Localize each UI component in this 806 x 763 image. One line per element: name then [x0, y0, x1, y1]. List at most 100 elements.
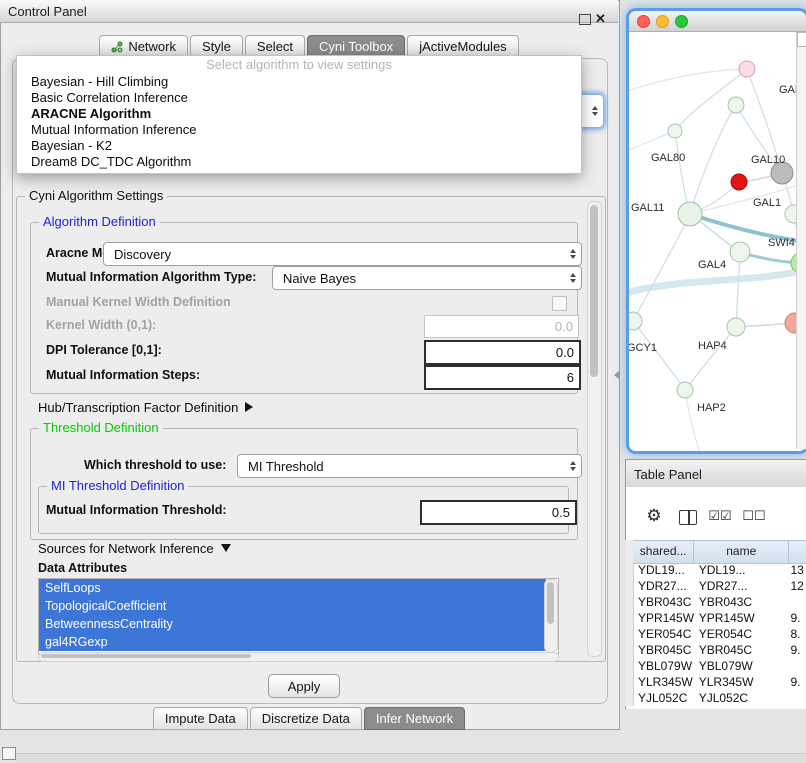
- cell: YDL19...: [694, 562, 786, 578]
- mi-steps-label: Mutual Information Steps:: [46, 365, 200, 386]
- cell: 13: [785, 562, 806, 578]
- columns-icon[interactable]: [679, 510, 697, 525]
- close-icon[interactable]: ✕: [595, 14, 606, 24]
- list-scrollbar[interactable]: [544, 579, 558, 653]
- sources-expander[interactable]: Sources for Network Inference: [38, 540, 231, 556]
- column-header-shared-name[interactable]: shared...: [633, 541, 694, 563]
- tab-impute-data[interactable]: Impute Data: [153, 707, 248, 730]
- apply-button[interactable]: Apply: [268, 674, 340, 698]
- table-row[interactable]: YDR27...YDR27...12: [633, 578, 806, 594]
- network-canvas[interactable]: GAL80 GAL10 GAL1 GAL11 SWI4 GAL4 GCY1 HA…: [629, 32, 806, 451]
- aracne-mode-combobox[interactable]: Discovery: [103, 242, 582, 266]
- network-node[interactable]: [678, 202, 702, 226]
- list-item[interactable]: TopologicalCoefficient: [39, 597, 546, 615]
- tab-infer-network[interactable]: Infer Network: [364, 707, 465, 730]
- table-row[interactable]: YLR345WYLR345W9.: [633, 674, 806, 690]
- cell: YJL052C: [633, 690, 694, 706]
- cell: YER054C: [633, 626, 694, 642]
- float-window-icon[interactable]: [579, 14, 591, 25]
- table-row[interactable]: YBL079WYBL079W: [633, 658, 806, 674]
- tab-label: Cyni Toolbox: [319, 37, 393, 56]
- minimize-traffic-light[interactable]: [656, 15, 669, 28]
- table-row[interactable]: YPR145WYPR145W9.: [633, 610, 806, 626]
- network-node[interactable]: [728, 97, 744, 113]
- tab-discretize-data[interactable]: Discretize Data: [250, 707, 362, 730]
- list-horizontal-scrollbar[interactable]: [38, 652, 559, 662]
- gear-icon[interactable]: ⚙: [644, 506, 664, 526]
- dropdown-item[interactable]: Dream8 DC_TDC Algorithm: [17, 154, 581, 170]
- list-item[interactable]: SelfLoops: [39, 579, 546, 597]
- list-item[interactable]: gal4RGexp: [39, 633, 546, 651]
- tab-label: Infer Network: [376, 709, 453, 728]
- network-node[interactable]: [668, 124, 682, 138]
- cell: [785, 658, 806, 674]
- list-item[interactable]: BetweennessCentrality: [39, 615, 546, 633]
- network-node[interactable]: [739, 61, 755, 77]
- cell: [785, 594, 806, 610]
- data-attributes-list[interactable]: SelfLoops TopologicalCoefficient Between…: [38, 578, 559, 654]
- cell: YDL19...: [633, 562, 694, 578]
- dropdown-item[interactable]: Bayesian - Hill Climbing: [17, 74, 581, 90]
- cell: YBL079W: [633, 658, 694, 674]
- combo-value: MI Threshold: [248, 459, 324, 474]
- mi-threshold-field[interactable]: 0.5: [420, 500, 577, 525]
- dropdown-item[interactable]: Bayesian - K2: [17, 138, 581, 154]
- cell: 9.: [785, 610, 806, 626]
- list-scrollbar-thumb[interactable]: [547, 582, 554, 624]
- cell: YPR145W: [633, 610, 694, 626]
- network-node[interactable]: [677, 382, 693, 398]
- kernel-width-field[interactable]: 0.0: [424, 315, 579, 338]
- splitter-collapse-arrow[interactable]: [614, 370, 620, 380]
- table-row[interactable]: YBR043CYBR043C: [633, 594, 806, 610]
- combo-value: Discovery: [114, 247, 171, 262]
- manual-kernel-width-checkbox[interactable]: [552, 296, 567, 311]
- dropdown-item[interactable]: Mutual Information Inference: [17, 122, 581, 138]
- select-all-checkboxes-icon[interactable]: ☑☑: [706, 507, 734, 525]
- which-threshold-label: Which threshold to use:: [84, 454, 226, 476]
- minimized-panel-icon[interactable]: [2, 747, 16, 760]
- settings-scrollbar[interactable]: [587, 201, 602, 657]
- network-icon: [111, 41, 123, 53]
- cell: YDR27...: [633, 578, 694, 594]
- network-view-window[interactable]: GAL80 GAL10 GAL1 GAL11 SWI4 GAL4 GCY1 HA…: [629, 11, 806, 451]
- table-rows: YDL19...YDL19...13 YDR27...YDR27...12 YB…: [633, 562, 806, 709]
- close-traffic-light[interactable]: [637, 15, 650, 28]
- mi-steps-field[interactable]: 6: [424, 365, 581, 390]
- table-panel-titlebar[interactable]: Table Panel: [625, 459, 806, 489]
- network-node[interactable]: [629, 312, 642, 330]
- settings-scrollbar-thumb[interactable]: [590, 205, 598, 377]
- combo-value: Naive Bayes: [283, 271, 356, 286]
- cell: YBL079W: [694, 658, 786, 674]
- network-node-label: GAL10: [751, 154, 785, 166]
- network-node[interactable]: [730, 242, 750, 262]
- algorithm-dropdown-popup: Select algorithm to view settings Bayesi…: [16, 55, 582, 174]
- dpi-tolerance-label: DPI Tolerance [0,1]:: [46, 340, 162, 361]
- dpi-tolerance-field[interactable]: 0.0: [424, 340, 581, 365]
- network-node[interactable]: [731, 174, 747, 190]
- list-horizontal-scrollbar-thumb[interactable]: [41, 654, 251, 658]
- mi-threshold-label: Mutual Information Threshold:: [46, 500, 227, 521]
- network-scrollbar[interactable]: [796, 32, 806, 449]
- control-panel-titlebar[interactable]: Control Panel: [0, 0, 618, 23]
- column-header-cut[interactable]: [789, 541, 806, 563]
- network-node[interactable]: [727, 318, 745, 336]
- mi-algorithm-type-combobox[interactable]: Naive Bayes: [272, 266, 582, 290]
- chevron-right-icon: [245, 402, 253, 412]
- dropdown-item-selected[interactable]: ARACNE Algorithm: [17, 106, 581, 122]
- dropdown-item[interactable]: Basic Correlation Inference: [17, 90, 581, 106]
- table-row[interactable]: YBR045CYBR045C9.: [633, 642, 806, 658]
- network-window-titlebar[interactable]: [629, 11, 806, 32]
- cell: YER054C: [694, 626, 786, 642]
- chevron-down-icon: [221, 544, 231, 552]
- hub-definition-expander[interactable]: Hub/Transcription Factor Definition: [38, 399, 253, 415]
- deselect-all-checkboxes-icon[interactable]: ☐☐: [740, 507, 768, 525]
- network-scrollbar-button[interactable]: [797, 32, 806, 47]
- zoom-traffic-light[interactable]: [675, 15, 688, 28]
- manual-kernel-width-label: Manual Kernel Width Definition: [46, 294, 231, 310]
- table-row[interactable]: YER054CYER054C8.: [633, 626, 806, 642]
- table-row[interactable]: YDL19...YDL19...13: [633, 562, 806, 578]
- table-row[interactable]: YJL052CYJL052C: [633, 690, 806, 706]
- which-threshold-combobox[interactable]: MI Threshold: [237, 454, 582, 478]
- column-header-name[interactable]: name: [694, 541, 789, 563]
- group-title: Threshold Definition: [39, 420, 163, 435]
